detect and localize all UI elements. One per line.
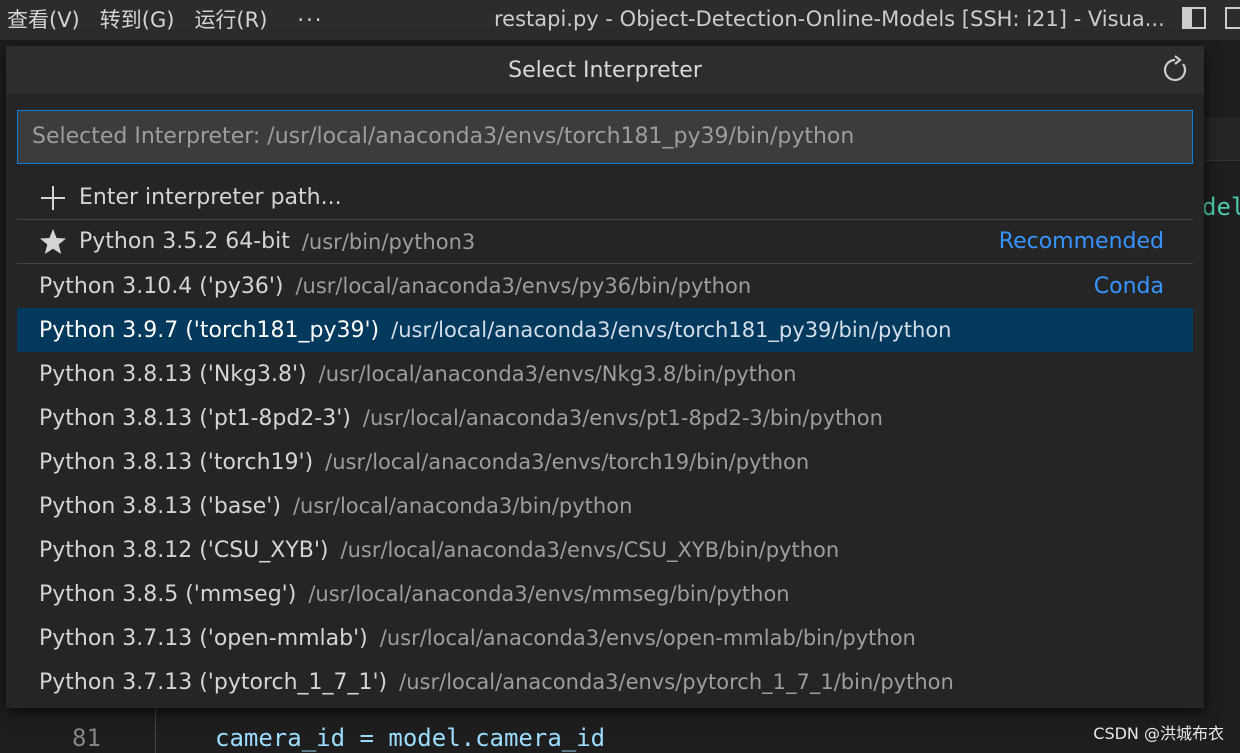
interpreter-path: /usr/local/anaconda3/envs/pt1-8pd2-3/bin… [362, 406, 883, 430]
refresh-icon[interactable] [1160, 55, 1190, 85]
interpreter-path: /usr/local/anaconda3/envs/mmseg/bin/pyth… [308, 582, 790, 606]
line-number: 81 [72, 724, 101, 752]
interpreter-list: Enter interpreter path... Python 3.5.2 6… [17, 176, 1193, 704]
interpreter-label: Python 3.8.13 ('pt1-8pd2-3') [39, 405, 351, 431]
interpreter-label: Python 3.8.12 ('CSU_XYB') [39, 537, 329, 563]
interpreter-item[interactable]: Python 3.8.5 ('mmseg') /usr/local/anacond… [17, 572, 1193, 616]
interpreter-label: Python 3.8.13 ('torch19') [39, 449, 314, 475]
interpreter-label: Python 3.8.13 ('Nkg3.8') [39, 361, 307, 387]
plus-icon [41, 185, 65, 210]
watermark: CSDN @洪城布衣 [1093, 724, 1224, 743]
interpreter-label: Python 3.7.13 ('pytorch_1_7_1') [39, 669, 388, 695]
interpreter-path: /usr/local/anaconda3/bin/python [292, 494, 633, 518]
interpreter-item[interactable]: Python 3.8.12 ('CSU_XYB') /usr/local/anac… [17, 528, 1193, 572]
interpreter-item[interactable]: Python 3.8.13 ('pt1-8pd2-3') /usr/local/a… [17, 396, 1193, 440]
quickpick-title: Select Interpreter [508, 58, 702, 83]
star-icon [40, 228, 66, 254]
interpreter-label: Python 3.7.13 ('open-mmlab') [39, 625, 368, 651]
menu-run[interactable]: 运行(R) [184, 0, 277, 40]
interpreter-path: /usr/local/anaconda3/envs/torch19/bin/py… [325, 450, 810, 474]
interpreter-tag: Recommended [998, 229, 1164, 254]
interpreter-item[interactable]: Python 3.10.4 ('py36') /usr/local/anacond… [17, 264, 1193, 308]
interpreter-path: /usr/local/anaconda3/envs/torch181_py39/… [391, 318, 952, 342]
interpreter-label: Python 3.9.7 ('torch181_py39') [39, 317, 380, 343]
interpreter-label: Python 3.5.2 64-bit [79, 229, 290, 254]
code-fragment: del [1202, 193, 1240, 221]
editor-tab-strip [1205, 118, 1240, 161]
interpreter-item[interactable]: Python 3.5.2 64-bit/usr/bin/python3 Recom… [17, 220, 1193, 264]
interpreter-label: Python 3.8.13 ('base') [39, 493, 281, 519]
menu-view[interactable]: 查看(V) [0, 0, 90, 40]
window-title: restapi.py - Object-Detection-Online-Mod… [494, 7, 1165, 31]
menu-more-button[interactable]: ··· [277, 2, 343, 38]
interpreter-path: /usr/local/anaconda3/envs/py36/bin/pytho… [295, 274, 752, 298]
toggle-panel-icon[interactable] [1224, 6, 1240, 30]
menu-goto[interactable]: 转到(G) [90, 0, 185, 40]
interpreter-search-input[interactable]: Selected Interpreter: /usr/local/anacond… [17, 110, 1193, 164]
quickpick-header: Select Interpreter [6, 46, 1204, 94]
enter-path-label: Enter interpreter path... [79, 185, 342, 210]
interpreter-item[interactable]: Python 3.7.13 ('open-mmlab') /usr/local/a… [17, 616, 1193, 660]
interpreter-path: /usr/local/anaconda3/envs/CSU_XYB/bin/py… [340, 538, 840, 562]
interpreter-item[interactable]: Python 3.8.13 ('Nkg3.8') /usr/local/anaco… [17, 352, 1193, 396]
interpreter-tag: Conda [1093, 273, 1164, 299]
interpreter-path: /usr/local/anaconda3/envs/open-mmlab/bin… [379, 626, 916, 650]
interpreter-label: Python 3.10.4 ('py36') [39, 273, 284, 299]
interpreter-item[interactable]: Python 3.8.13 ('torch19') /usr/local/anac… [17, 440, 1193, 484]
interpreter-item[interactable]: Python 3.8.13 ('base') /usr/local/anacond… [17, 484, 1193, 528]
interpreter-item[interactable]: Python 3.7.13 ('pytorch_1_7_1') /usr/loca… [17, 660, 1193, 704]
interpreter-path: /usr/local/anaconda3/envs/pytorch_1_7_1/… [399, 670, 954, 694]
code-line: camera_id = model.camera_id [215, 724, 606, 752]
interpreter-label: Python 3.8.5 ('mmseg') [39, 581, 297, 607]
interpreter-path: /usr/local/anaconda3/envs/Nkg3.8/bin/pyt… [318, 362, 797, 386]
toggle-sidebar-icon[interactable] [1181, 6, 1207, 30]
enter-interpreter-path-item[interactable]: Enter interpreter path... [17, 176, 1193, 220]
interpreter-path: /usr/bin/python3 [301, 229, 476, 254]
title-bar: 查看(V) 转到(G) 运行(R) ··· restapi.py - Objec… [0, 0, 1240, 40]
select-interpreter-quickpick: Select Interpreter Selected Interpreter:… [6, 46, 1204, 708]
interpreter-item[interactable]: Python 3.9.7 ('torch181_py39') /usr/local… [17, 308, 1193, 352]
